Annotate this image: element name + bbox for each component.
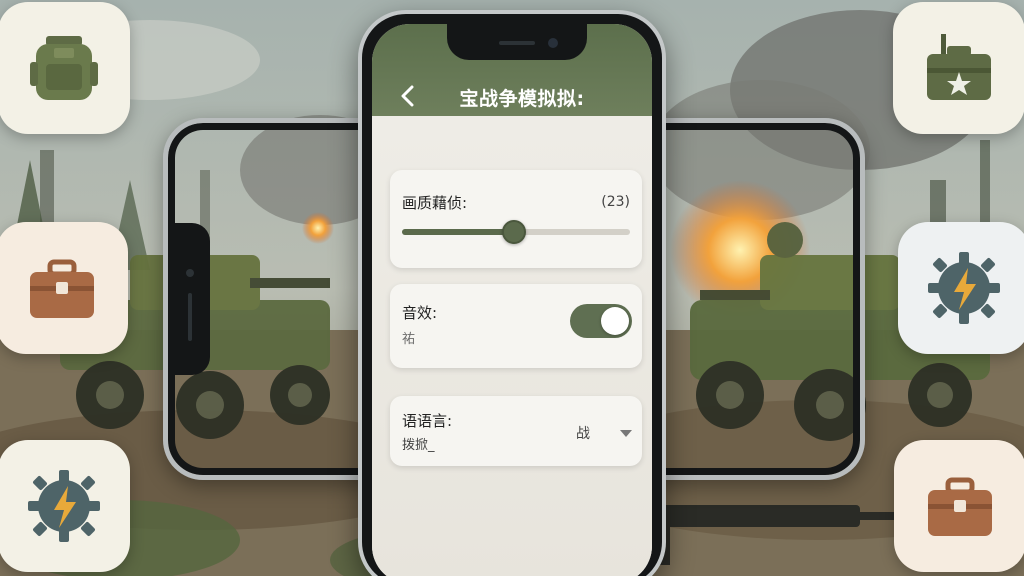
chevron-down-icon	[620, 429, 632, 437]
sound-toggle[interactable]	[570, 304, 632, 338]
boost-app-tile[interactable]	[0, 440, 130, 572]
back-button[interactable]	[394, 82, 422, 110]
toolbox-icon	[928, 477, 992, 536]
language-sublabel: 拨掀_	[402, 438, 435, 453]
portrait-phone-frame: 宝战争模拟拟: 画质藉侦: (23) 音效: 祐 语语言: 拨掀_ 战	[358, 10, 666, 576]
quality-slider[interactable]	[402, 220, 630, 244]
front-camera	[548, 38, 558, 48]
settings-body: 画质藉侦: (23) 音效: 祐 语语言: 拨掀_ 战	[372, 116, 652, 576]
backpack-icon	[30, 36, 98, 100]
boost-app-tile-2[interactable]	[898, 222, 1024, 354]
sound-setting-card: 音效: 祐	[390, 284, 642, 368]
radio-crate-icon	[927, 34, 991, 100]
toolbox-app-tile-2[interactable]	[894, 440, 1024, 572]
sound-label: 音效:	[402, 304, 438, 322]
sound-sublabel: 祐	[402, 332, 416, 347]
earpiece-speaker	[499, 41, 535, 45]
quality-slider-thumb[interactable]	[501, 220, 526, 244]
language-label: 语语言:	[402, 412, 453, 430]
gear-lightning-icon	[928, 252, 1000, 324]
backpack-app-tile[interactable]	[0, 2, 130, 134]
toggle-knob	[601, 307, 629, 335]
language-dropdown[interactable]: 战	[576, 420, 632, 446]
screen-header: 宝战争模拟拟:	[372, 24, 652, 116]
toolbox-app-tile[interactable]	[0, 222, 128, 354]
supply-crate-app-tile[interactable]	[893, 2, 1024, 134]
page-title: 宝战争模拟拟:	[459, 88, 585, 110]
quality-label: 画质藉侦:	[402, 194, 468, 212]
language-selected: 战	[576, 426, 590, 442]
front-camera	[186, 269, 194, 277]
quality-slider-fill	[402, 229, 514, 235]
language-setting-card: 语语言: 拨掀_ 战	[390, 396, 642, 466]
gear-lightning-icon	[28, 470, 100, 542]
chevron-left-icon	[401, 85, 414, 107]
toolbox-icon	[30, 259, 94, 318]
quality-value: (23)	[601, 194, 630, 210]
phone-screen: 宝战争模拟拟: 画质藉侦: (23) 音效: 祐 语语言: 拨掀_ 战	[372, 24, 652, 576]
earpiece-speaker	[188, 293, 192, 341]
phone-notch	[174, 223, 210, 375]
quality-setting-card: 画质藉侦: (23)	[390, 170, 642, 268]
dynamic-island	[447, 24, 587, 60]
